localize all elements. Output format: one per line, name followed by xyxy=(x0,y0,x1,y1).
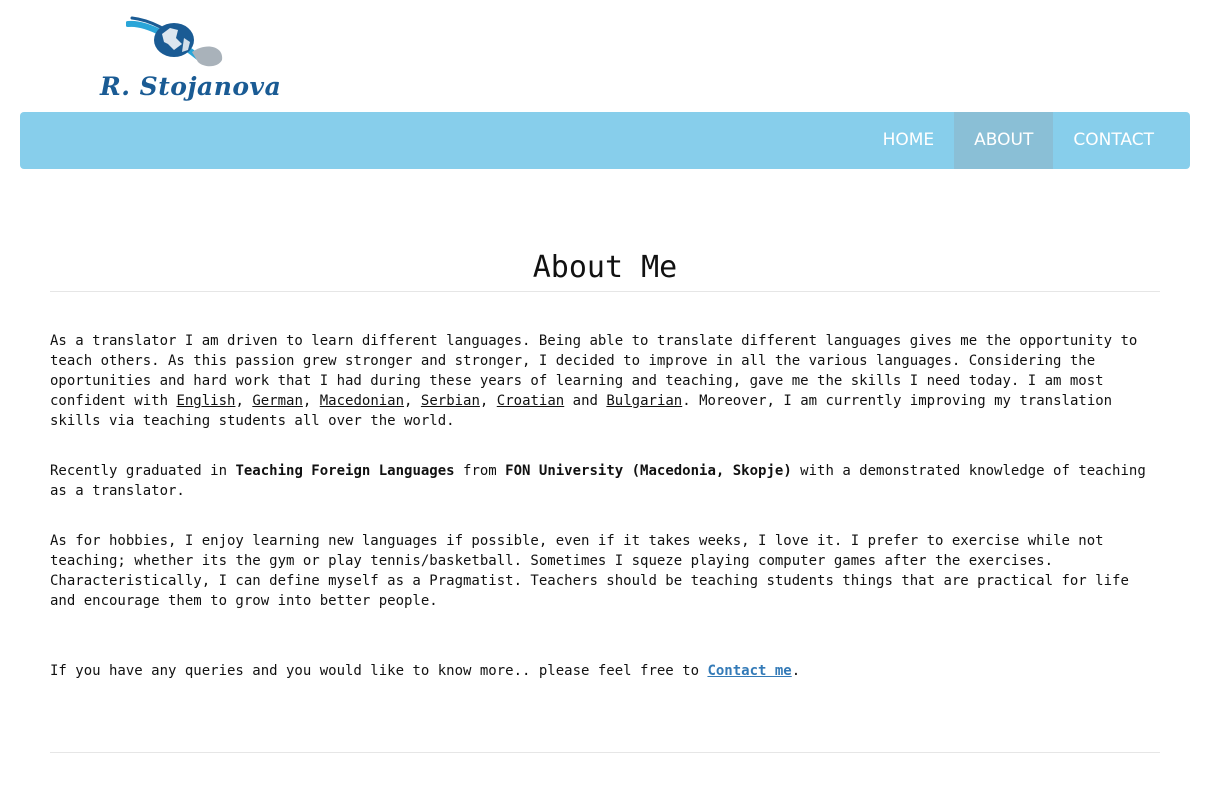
english-link[interactable]: English xyxy=(176,393,235,409)
education-paragraph: Recently graduated in Teaching Foreign L… xyxy=(50,461,1150,501)
main-navbar: HOME ABOUT CONTACT xyxy=(20,112,1190,169)
globe-swoosh-icon xyxy=(126,16,223,67)
university-name: FON University (Macedonia, Skopje) xyxy=(505,463,792,479)
title-divider xyxy=(50,291,1160,292)
page-title: About Me xyxy=(532,250,678,285)
education-text: Recently graduated in xyxy=(50,463,236,479)
croatian-link[interactable]: Croatian xyxy=(497,393,564,409)
contact-paragraph: If you have any queries and you would li… xyxy=(50,661,1150,681)
serbian-link[interactable]: Serbian xyxy=(421,393,480,409)
nav-list: HOME ABOUT CONTACT xyxy=(863,112,1174,169)
separator: , xyxy=(404,393,421,409)
macedonian-link[interactable]: Macedonian xyxy=(320,393,404,409)
german-link[interactable]: German xyxy=(252,393,303,409)
nav-about-link[interactable]: ABOUT xyxy=(954,112,1054,169)
separator: and xyxy=(564,393,607,409)
hobbies-paragraph: As for hobbies, I enjoy learning new lan… xyxy=(50,533,1129,609)
separator: , xyxy=(479,393,497,409)
education-text: from xyxy=(454,463,506,479)
site-logo[interactable]: R. Stojanova xyxy=(96,14,281,106)
contact-text: If you have any queries and you would li… xyxy=(50,663,708,679)
nav-contact-link[interactable]: CONTACT xyxy=(1053,112,1174,169)
degree-name: Teaching Foreign Languages xyxy=(235,463,455,479)
bulgarian-link[interactable]: Bulgarian xyxy=(606,393,682,409)
footer-divider xyxy=(50,752,1160,753)
contact-me-link[interactable]: Contact me xyxy=(707,663,791,679)
intro-paragraph: As a translator I am driven to learn dif… xyxy=(50,331,1150,431)
nav-home-link[interactable]: HOME xyxy=(863,112,955,169)
separator: , xyxy=(302,393,320,409)
logo-text: R. Stojanova xyxy=(100,72,282,101)
contact-text-end: . xyxy=(791,663,801,679)
separator: , xyxy=(235,393,253,409)
